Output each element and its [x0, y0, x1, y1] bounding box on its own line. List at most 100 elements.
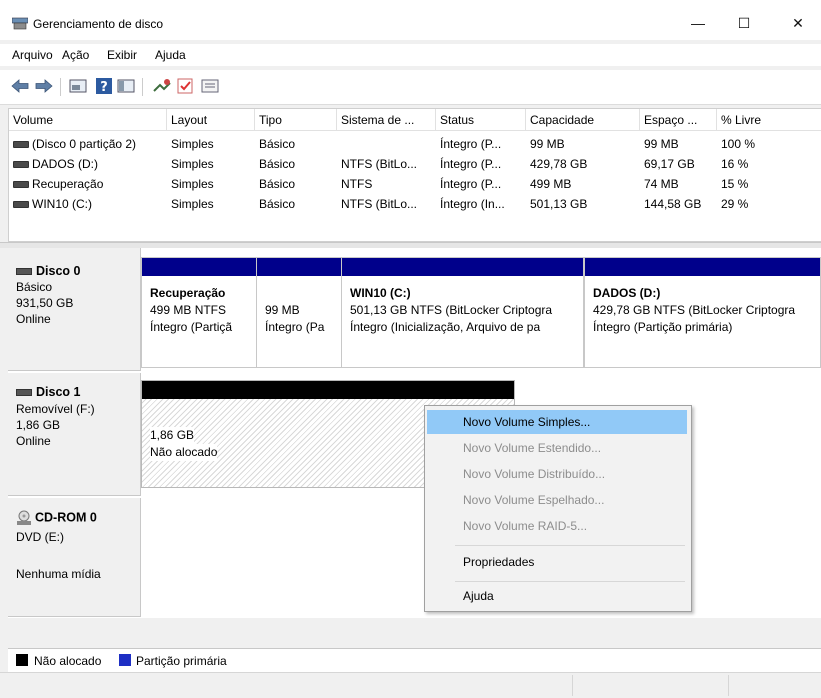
- unallocated-bar: [142, 381, 514, 399]
- partition-dados[interactable]: DADOS (D:) 429,78 GB NTFS (BitLocker Cri…: [584, 257, 821, 368]
- volume-icon: [13, 181, 29, 189]
- partition-status: Íntegro (Inicialização, Arquivo de pa: [350, 320, 541, 334]
- volume-icon: [13, 201, 29, 209]
- cell-livre: 29 %: [721, 197, 749, 211]
- column-header-capacidade[interactable]: Capacidade: [526, 109, 640, 131]
- disk1-header[interactable]: Disco 1 Removível (F:) 1,86 GB Online: [8, 373, 141, 496]
- partition-recuperacao[interactable]: Recuperação 499 MB NTFS Íntegro (Partiçã: [141, 257, 258, 368]
- partition-status: Íntegro (Pa: [265, 320, 325, 334]
- toolbar: ?: [0, 70, 821, 105]
- cell-status: Íntegro (P...: [440, 177, 502, 191]
- column-header-livre[interactable]: % Livre: [717, 109, 821, 131]
- column-header-espaco[interactable]: Espaço ...: [640, 109, 717, 131]
- disk1-name: Disco 1: [36, 385, 81, 399]
- partition-title: WIN10 (C:): [350, 286, 411, 300]
- disk1-status: Online: [16, 434, 51, 448]
- cell-volume: Recuperação: [13, 174, 103, 194]
- cell-volume: (Disco 0 partição 2): [13, 134, 136, 154]
- cdrom-header[interactable]: CD-ROM 0 DVD (E:) Nenhuma mídia: [8, 498, 141, 617]
- column-header-layout[interactable]: Layout: [167, 109, 255, 131]
- context-menu: Novo Volume Simples... Novo Volume Esten…: [424, 405, 692, 612]
- menu-novo-volume-distribuido[interactable]: Novo Volume Distribuído...: [427, 462, 687, 486]
- cell-layout: Simples: [171, 137, 214, 151]
- volume-name: (Disco 0 partição 2): [32, 137, 137, 151]
- column-header-sistema[interactable]: Sistema de ...: [337, 109, 436, 131]
- cell-status: Íntegro (P...: [440, 157, 502, 171]
- volume-icon: [13, 161, 29, 169]
- menu-acao[interactable]: Ação: [62, 48, 89, 62]
- volume-table: Volume Layout Tipo Sistema de ... Status…: [8, 108, 821, 242]
- menu-ajuda[interactable]: Ajuda: [155, 48, 186, 62]
- partition-size: 429,78 GB NTFS (BitLocker Criptogra: [593, 303, 796, 317]
- cell-sistema: NTFS (BitLo...: [341, 197, 418, 211]
- cell-tipo: Básico: [259, 157, 296, 171]
- help-icon[interactable]: ?: [94, 77, 114, 95]
- connect-icon[interactable]: [152, 77, 172, 95]
- disk0-size: 931,50 GB: [16, 296, 74, 310]
- partition-size: 499 MB NTFS: [150, 303, 227, 317]
- disk0-status: Online: [16, 312, 51, 326]
- cdrom-status: Nenhuma mídia: [16, 567, 101, 581]
- menu-separator: [455, 545, 685, 546]
- svg-text:?: ?: [100, 80, 108, 95]
- legend-primary-swatch: [119, 654, 131, 666]
- cell-livre: 16 %: [721, 157, 749, 171]
- cell-status: Íntegro (P...: [440, 137, 502, 151]
- partition-bar: [142, 258, 257, 276]
- column-header-tipo[interactable]: Tipo: [255, 109, 337, 131]
- cell-layout: Simples: [171, 177, 214, 191]
- partition-status: Íntegro (Partiçã: [150, 320, 233, 334]
- forward-arrow-icon[interactable]: [34, 77, 54, 95]
- maximize-button[interactable]: ☐: [721, 8, 767, 38]
- volume-name: WIN10 (C:): [32, 197, 92, 211]
- column-header-volume[interactable]: Volume: [9, 109, 167, 131]
- cell-volume: WIN10 (C:): [13, 194, 92, 214]
- legend-unallocated-label: Não alocado: [34, 654, 102, 668]
- menu-arquivo[interactable]: Arquivo: [12, 48, 53, 62]
- disk-layout-pane: Disco 0 Básico 931,50 GB Online Recupera…: [8, 248, 821, 618]
- cdrom-name: CD-ROM 0: [35, 510, 97, 525]
- status-bar: [0, 672, 821, 698]
- properties-icon[interactable]: [200, 77, 220, 95]
- cdrom-icon: [17, 510, 31, 525]
- console-tree-icon[interactable]: [116, 77, 136, 95]
- minimize-button[interactable]: —: [675, 8, 721, 38]
- cell-espaco: 74 MB: [644, 177, 679, 191]
- partition-bar: [257, 258, 341, 276]
- cell-capacidade: 499 MB: [530, 177, 572, 191]
- disk-icon: [16, 268, 32, 276]
- cell-livre: 15 %: [721, 177, 749, 191]
- cell-capacidade: 429,78 GB: [530, 157, 588, 171]
- menu-exibir[interactable]: Exibir: [107, 48, 137, 62]
- check-icon[interactable]: [176, 77, 196, 95]
- menu-novo-volume-raid5[interactable]: Novo Volume RAID-5...: [427, 514, 687, 538]
- menu-separator: [455, 581, 685, 582]
- menu-novo-volume-espelhado[interactable]: Novo Volume Espelhado...: [427, 488, 687, 512]
- partition-title: Recuperação: [150, 286, 226, 300]
- partition-win10[interactable]: WIN10 (C:) 501,13 GB NTFS (BitLocker Cri…: [341, 257, 584, 368]
- close-button[interactable]: ✕: [775, 8, 821, 38]
- cell-espaco: 69,17 GB: [644, 157, 695, 171]
- volume-name: Recuperação: [32, 177, 104, 191]
- volume-icon: [13, 141, 29, 149]
- unallocated-label: Não alocado: [150, 444, 218, 461]
- disk1-size: 1,86 GB: [16, 418, 61, 432]
- menu-ajuda-item[interactable]: Ajuda: [427, 584, 687, 608]
- title-bar: Gerenciamento de disco — ☐ ✕: [0, 0, 821, 40]
- back-arrow-icon[interactable]: [10, 77, 30, 95]
- column-header-status[interactable]: Status: [436, 109, 526, 131]
- cell-tipo: Básico: [259, 137, 296, 151]
- disk0-header[interactable]: Disco 0 Básico 931,50 GB Online: [8, 248, 141, 371]
- cell-sistema: NTFS (BitLo...: [341, 157, 418, 171]
- menu-novo-volume-estendido[interactable]: Novo Volume Estendido...: [427, 436, 687, 460]
- cell-livre: 100 %: [721, 137, 756, 151]
- menu-propriedades[interactable]: Propriedades: [427, 550, 687, 574]
- partition-efi[interactable]: 99 MB Íntegro (Pa: [256, 257, 342, 368]
- legend-unallocated-swatch: [16, 654, 28, 666]
- disk-icon: [16, 389, 32, 397]
- cell-layout: Simples: [171, 197, 214, 211]
- menu-novo-volume-simples[interactable]: Novo Volume Simples...: [427, 410, 687, 434]
- cell-sistema: NTFS: [341, 177, 373, 191]
- disk-list-icon[interactable]: [68, 77, 88, 95]
- window-title: Gerenciamento de disco: [33, 17, 164, 31]
